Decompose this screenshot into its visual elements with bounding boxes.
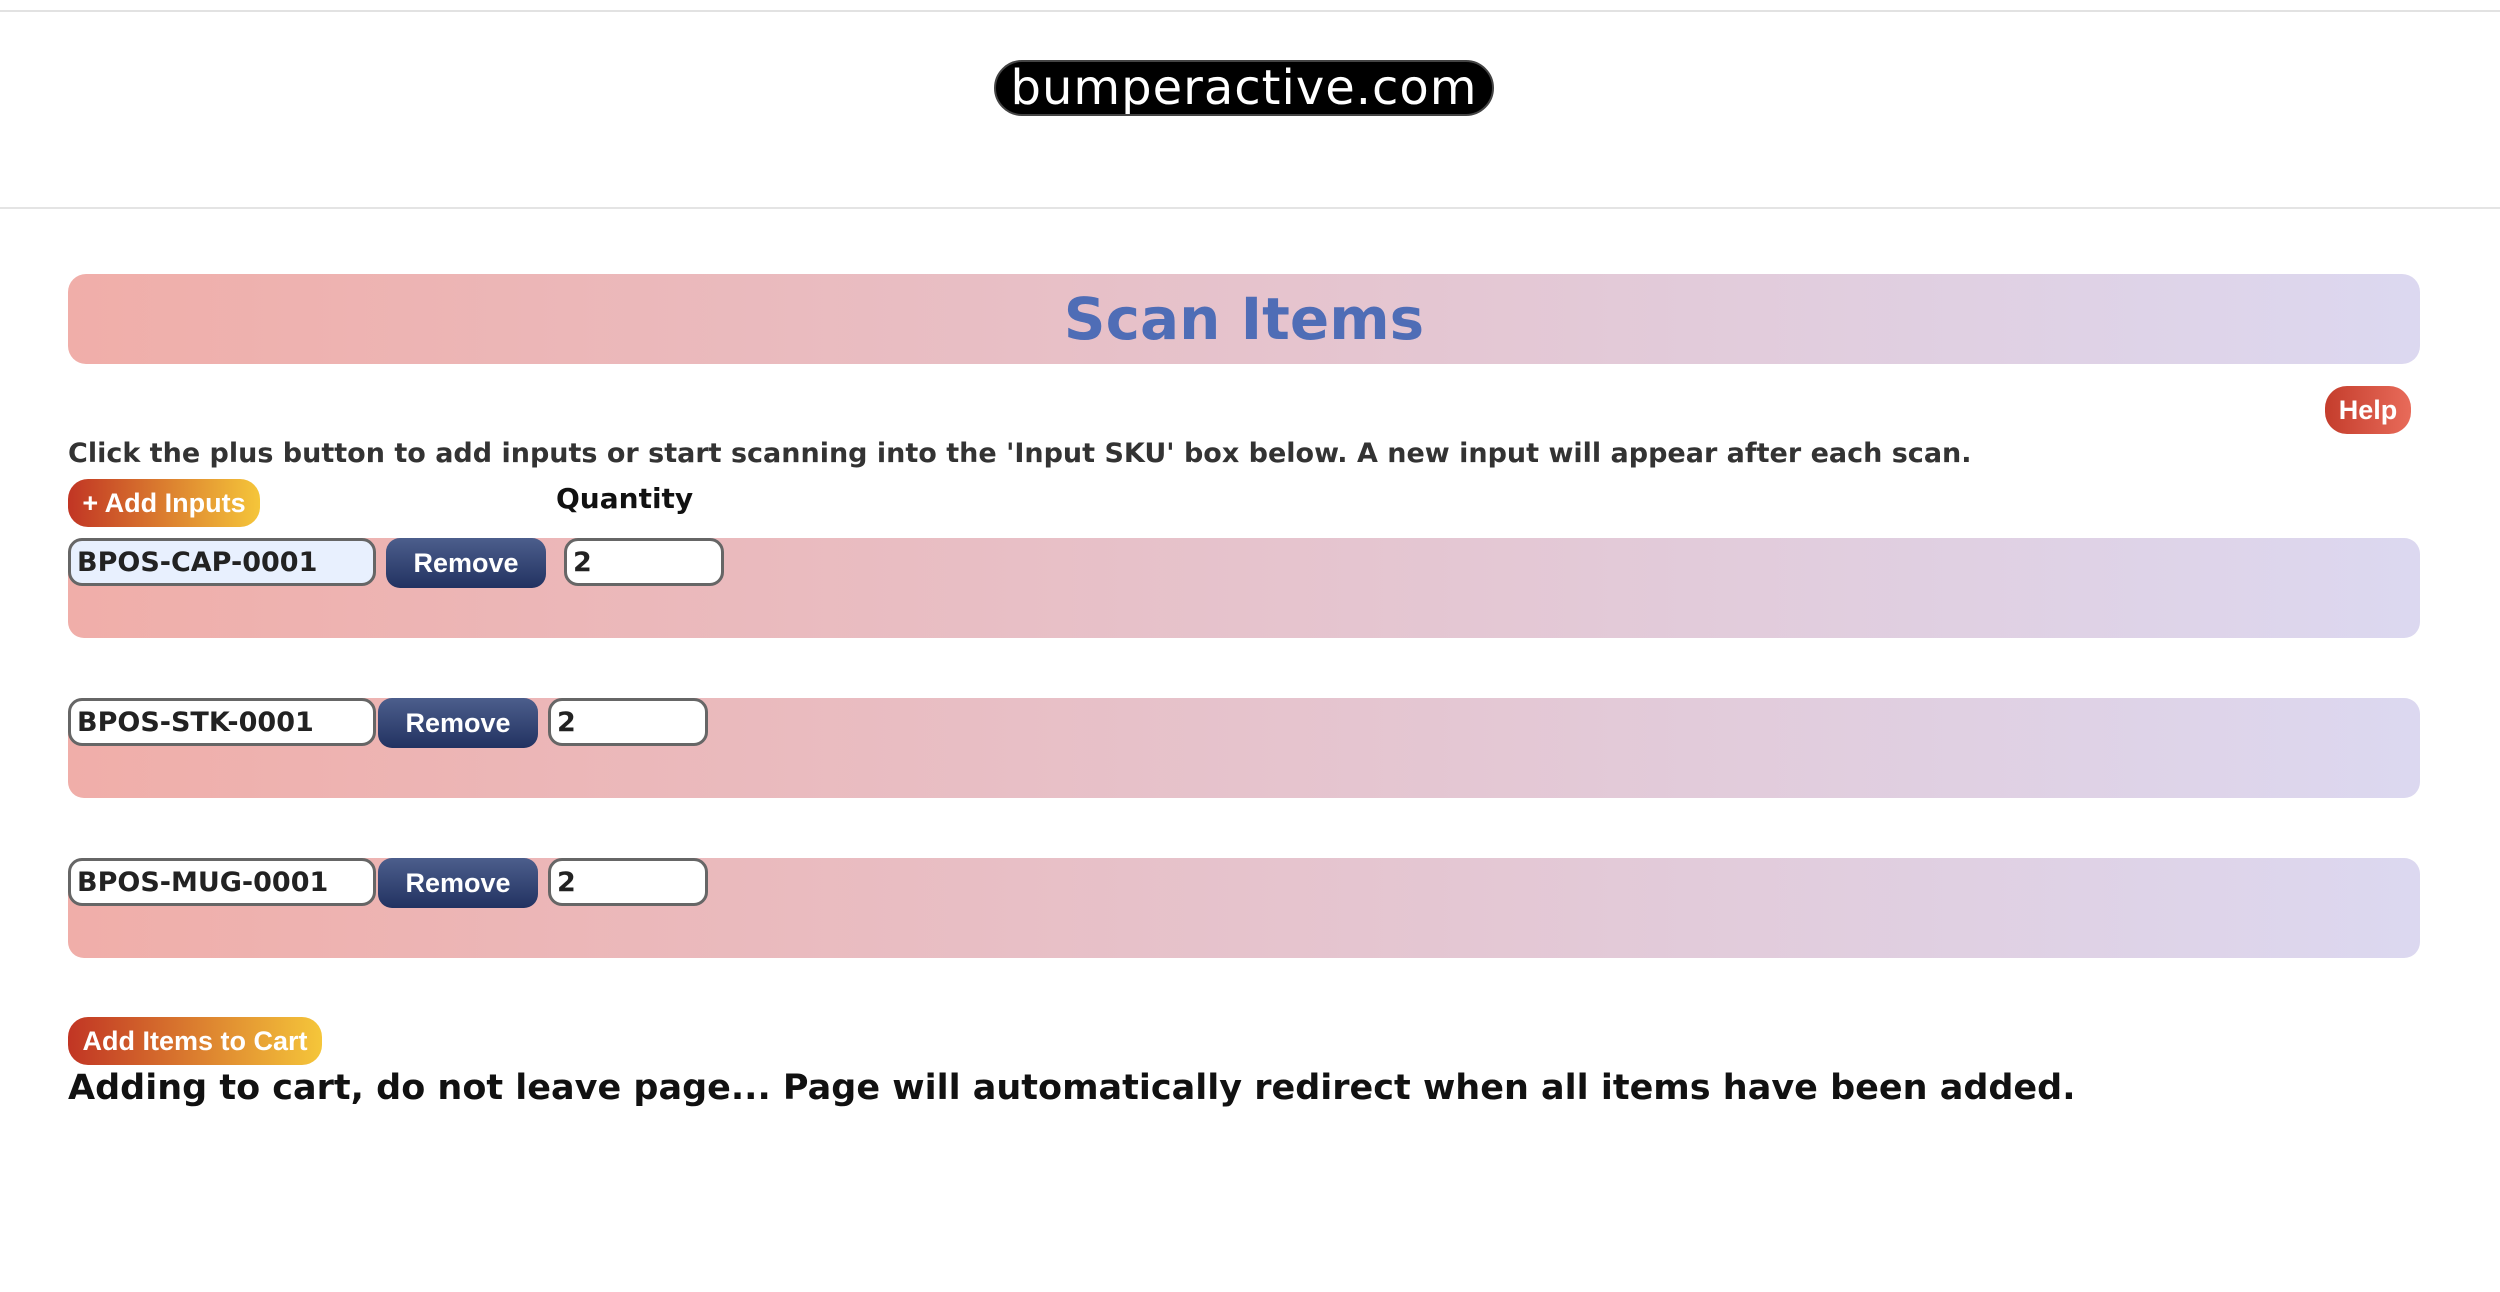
- sku-input[interactable]: [68, 538, 376, 586]
- item-row: Remove: [68, 858, 2420, 958]
- remove-button[interactable]: Remove: [378, 858, 538, 908]
- page-title: Scan Items: [1063, 285, 1425, 353]
- quantity-input[interactable]: [548, 858, 708, 906]
- page-title-banner: Scan Items: [68, 274, 2420, 364]
- scan-instructions: Click the plus button to add inputs or s…: [68, 438, 1972, 469]
- add-to-cart-button[interactable]: Add Items to Cart: [68, 1017, 322, 1065]
- sku-input[interactable]: [68, 698, 376, 746]
- item-row: Remove: [68, 698, 2420, 798]
- top-divider: [0, 10, 2500, 12]
- header-divider: [0, 207, 2500, 209]
- help-button[interactable]: Help: [2325, 386, 2411, 434]
- status-message: Adding to cart, do not leave page... Pag…: [68, 1068, 2076, 1108]
- sku-input[interactable]: [68, 858, 376, 906]
- quantity-input[interactable]: [548, 698, 708, 746]
- add-inputs-button[interactable]: + Add Inputs: [68, 479, 260, 527]
- remove-button[interactable]: Remove: [378, 698, 538, 748]
- remove-button[interactable]: Remove: [386, 538, 546, 588]
- quantity-column-label: Quantity: [556, 482, 694, 515]
- item-row: Remove: [68, 538, 2420, 638]
- quantity-input[interactable]: [564, 538, 724, 586]
- site-logo[interactable]: bumperactive.com: [994, 60, 1494, 116]
